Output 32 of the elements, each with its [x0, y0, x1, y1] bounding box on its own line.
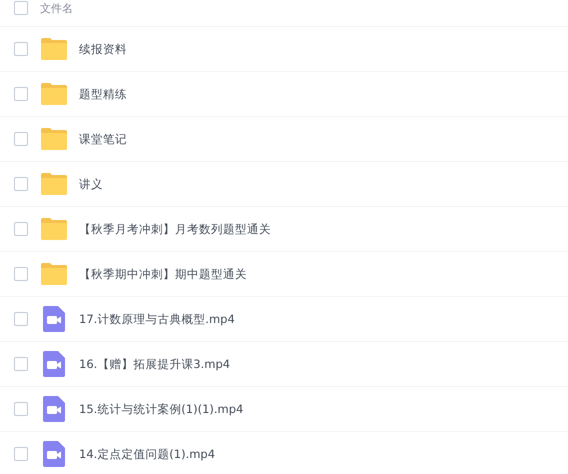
folder-icon [41, 263, 67, 285]
file-name[interactable]: 15.统计与统计案例(1)(1).mp4 [79, 402, 244, 416]
row-checkbox[interactable] [14, 402, 28, 416]
row-checkbox[interactable] [14, 267, 28, 281]
video-file-icon [43, 306, 65, 332]
video-file-icon [43, 351, 65, 377]
file-name[interactable]: 续报资料 [79, 42, 127, 56]
video-file-icon [43, 441, 65, 467]
row-checkbox[interactable] [14, 357, 28, 371]
file-name[interactable]: 【秋季期中冲刺】期中题型通关 [79, 266, 247, 282]
row-checkbox[interactable] [14, 132, 28, 146]
select-all-checkbox[interactable] [14, 1, 28, 15]
row-checkbox[interactable] [14, 87, 28, 101]
video-file-icon [43, 396, 65, 422]
folder-icon [41, 128, 67, 150]
column-header: 文件名 [40, 1, 73, 16]
file-name[interactable]: 【秋季月考冲刺】月考数列题型通关 [79, 222, 271, 236]
folder-icon [41, 38, 67, 60]
row-checkbox[interactable] [14, 312, 28, 326]
file-name[interactable]: 16.【赠】拓展提升课3.mp4 [79, 356, 230, 372]
file-name[interactable]: 讲义 [79, 176, 103, 192]
file-name[interactable]: 课堂笔记 [79, 132, 127, 146]
file-name[interactable]: 17.计数原理与古典概型.mp4 [79, 312, 235, 326]
row-checkbox[interactable] [14, 177, 28, 191]
folder-icon [41, 83, 67, 105]
row-checkbox[interactable] [14, 447, 28, 461]
row-checkbox[interactable] [14, 222, 28, 236]
folder-icon [41, 218, 67, 240]
file-name[interactable]: 14.定点定值问题(1).mp4 [79, 446, 216, 462]
row-checkbox[interactable] [14, 42, 28, 56]
file-name[interactable]: 题型精练 [79, 86, 127, 102]
folder-icon [41, 173, 67, 195]
